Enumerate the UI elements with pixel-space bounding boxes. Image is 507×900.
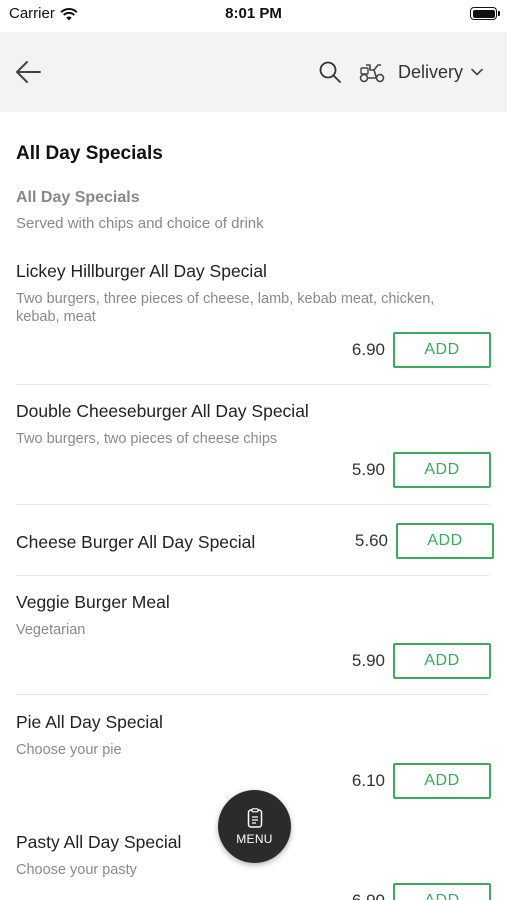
search-icon[interactable] bbox=[318, 60, 342, 84]
price-row: 5.90 ADD bbox=[352, 452, 491, 488]
chevron-down-icon bbox=[471, 68, 483, 76]
menu-item[interactable]: Veggie Burger Meal Vegetarian 5.90 ADD bbox=[16, 592, 491, 679]
add-button[interactable]: ADD bbox=[393, 763, 491, 799]
menu-item[interactable]: Cheese Burger All Day Special 5.60 ADD bbox=[16, 522, 494, 562]
price-row: 6.90 ADD bbox=[352, 332, 491, 368]
item-name: Double Cheeseburger All Day Special bbox=[16, 401, 309, 421]
menu-fab-button[interactable]: MENU bbox=[218, 790, 291, 863]
item-name: Lickey Hillburger All Day Special bbox=[16, 261, 267, 281]
menu-fab-label: MENU bbox=[236, 831, 273, 846]
item-price: 6.10 bbox=[351, 771, 385, 790]
item-description: Two burgers, two pieces of cheese chips bbox=[16, 431, 278, 447]
item-price: 6.90 bbox=[351, 340, 385, 359]
item-description: Vegetarian bbox=[16, 622, 86, 638]
item-name: Veggie Burger Meal bbox=[16, 592, 170, 612]
item-description: Choose your pie bbox=[16, 742, 122, 758]
menu-item[interactable]: Lickey Hillburger All Day Special Two bu… bbox=[16, 261, 491, 368]
divider bbox=[16, 384, 489, 385]
add-button[interactable]: ADD bbox=[393, 332, 491, 368]
item-price: 5.60 bbox=[354, 531, 388, 550]
item-price: 5.90 bbox=[351, 651, 385, 670]
price-row: 5.90 ADD bbox=[352, 643, 491, 679]
menu-item[interactable]: Double Cheeseburger All Day Special Two … bbox=[16, 401, 491, 488]
status-time: 8:01 PM bbox=[225, 5, 282, 22]
status-bar: Carrier 8:01 PM bbox=[0, 0, 507, 30]
add-button[interactable]: ADD bbox=[393, 643, 491, 679]
category-description: Served with chips and choice of drink bbox=[16, 215, 264, 232]
price-row: 6.10 ADD bbox=[352, 763, 491, 799]
category-name: All Day Specials bbox=[16, 189, 140, 206]
price-row: 5.60 ADD bbox=[355, 523, 494, 559]
divider bbox=[16, 575, 489, 576]
back-arrow-icon[interactable] bbox=[14, 58, 44, 86]
section-title: All Day Specials bbox=[16, 143, 163, 164]
add-button[interactable]: ADD bbox=[396, 523, 494, 559]
divider bbox=[16, 694, 489, 695]
item-price: 6.90 bbox=[352, 891, 385, 900]
divider bbox=[16, 504, 489, 505]
delivery-mode-selector[interactable]: Delivery bbox=[358, 56, 483, 88]
item-description: Choose your pasty bbox=[16, 862, 137, 878]
delivery-label: Delivery bbox=[398, 61, 464, 82]
add-button[interactable]: ADD bbox=[393, 883, 491, 900]
price-row: 6.90 ADD bbox=[352, 883, 491, 900]
item-name: Cheese Burger All Day Special bbox=[16, 532, 256, 552]
menu-item[interactable]: Pie All Day Special Choose your pie 6.10… bbox=[16, 712, 491, 799]
item-description: Two burgers, three pieces of cheese, lam… bbox=[16, 291, 435, 325]
scooter-icon bbox=[359, 64, 385, 83]
app-header: Delivery bbox=[0, 32, 507, 112]
item-price: 5.90 bbox=[351, 460, 385, 479]
battery-icon bbox=[470, 7, 500, 20]
add-button[interactable]: ADD bbox=[393, 452, 491, 488]
item-name: Pie All Day Special bbox=[16, 712, 163, 732]
menu-card-icon bbox=[247, 807, 262, 828]
